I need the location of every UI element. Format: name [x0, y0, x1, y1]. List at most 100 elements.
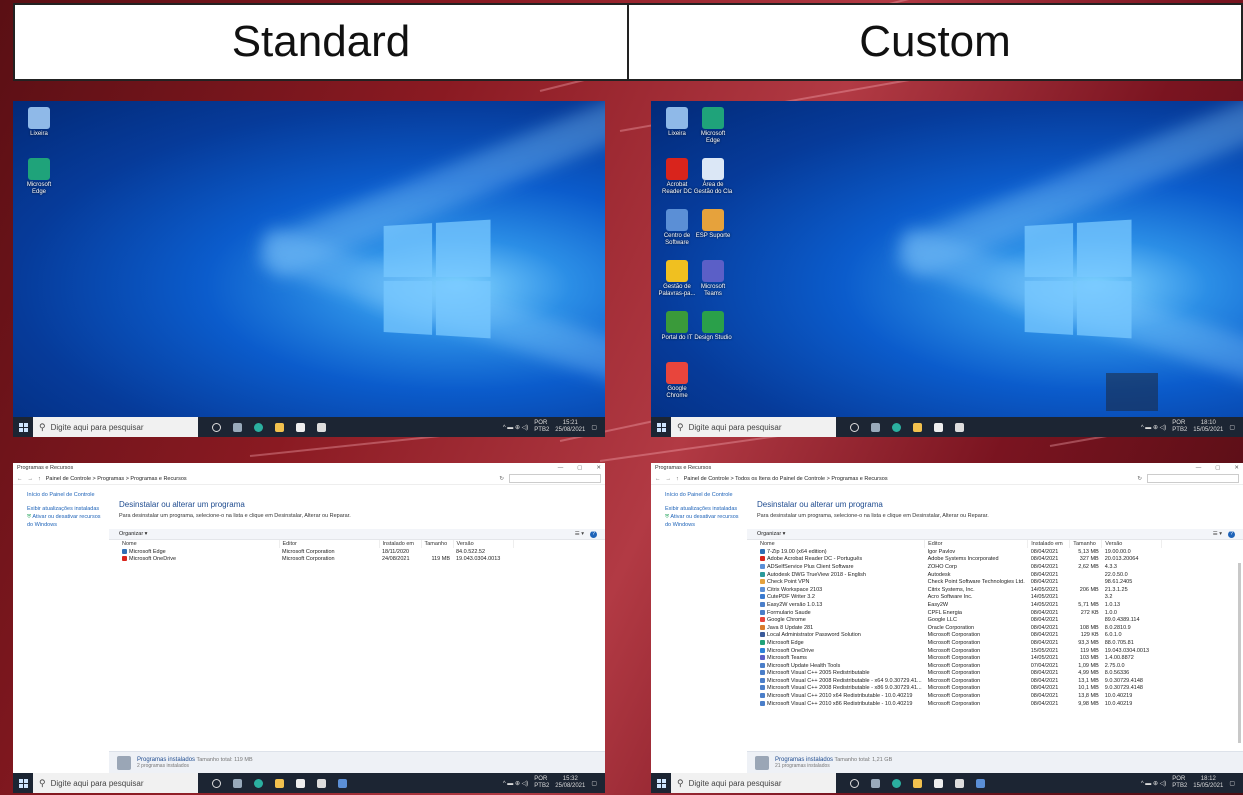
task-view-icon[interactable] [850, 422, 859, 432]
tray-icons[interactable]: ^ ▬ ⊕ ◁) [503, 424, 528, 431]
table-row[interactable]: Microsoft OneDrive Microsoft Corporation 1… [757, 647, 1162, 655]
table-row[interactable]: Microsoft Update Health Tools Microsoft C… [757, 662, 1162, 670]
sidebar-item-features[interactable]: Ativar ou desativar recursos do Windows [665, 514, 739, 528]
mail-icon[interactable] [317, 422, 326, 432]
scrollbar[interactable] [1238, 563, 1241, 743]
table-row[interactable]: Microsoft Visual C++ 2008 Redistributabl… [757, 685, 1162, 693]
store-icon[interactable] [934, 778, 943, 788]
taskbar-search-box[interactable]: ⚲ Digite aqui para pesquisar [671, 773, 836, 793]
table-row[interactable]: Local Administrator Password Solution Mic… [757, 632, 1162, 640]
view-icon[interactable]: ☰ ▾ [575, 531, 584, 538]
start-button[interactable] [651, 773, 671, 793]
view-icon[interactable]: ☰ ▾ [1213, 531, 1222, 538]
breadcrumb[interactable]: Painel de Controle > Todos os Itens do P… [684, 476, 1133, 482]
organize-button[interactable]: Organizar ▾ [757, 531, 785, 537]
start-button[interactable] [13, 417, 33, 437]
file-explorer-icon[interactable] [275, 422, 284, 432]
organize-button[interactable]: Organizar ▾ [119, 531, 147, 537]
table-row[interactable]: Java 8 Update 281 Oracle Corporation 08/04… [757, 624, 1162, 632]
back-icon[interactable]: ← [17, 476, 23, 482]
table-row[interactable]: 7-Zip 19.00 (x64 edition) Igor Pavlov 08/0… [757, 548, 1162, 556]
store-icon[interactable] [296, 778, 305, 788]
language-indicator[interactable]: POR PTB2 [534, 420, 549, 434]
taskbar-search-box[interactable]: ⚲ Digite aqui para pesquisar [33, 417, 198, 437]
task-view-icon[interactable] [850, 778, 859, 788]
edge-icon[interactable] [892, 422, 901, 432]
task-view-icon[interactable] [212, 422, 221, 432]
clock[interactable]: 15:32 25/08/2021 [555, 776, 585, 790]
sidebar-item-updates[interactable]: Exibir atualizações instaladas [665, 505, 743, 513]
desktop-icon[interactable]: Acrobat Reader DC [657, 158, 697, 196]
notification-icon[interactable]: ▢ [1229, 780, 1235, 787]
table-row[interactable]: Autodesk DWG TrueView 2018 - English Auto… [757, 571, 1162, 579]
forward-icon[interactable]: → [28, 476, 34, 482]
clock[interactable]: 18:12 15/05/2021 [1193, 776, 1223, 790]
clock[interactable]: 18:10 15/05/2021 [1193, 420, 1223, 434]
search-input[interactable] [509, 474, 601, 483]
table-row[interactable]: CutePDF Writer 3.2 Acro Software Inc. 14/0… [757, 594, 1162, 602]
table-row[interactable]: Microsoft Edge Microsoft Corporation 18/11… [119, 548, 513, 556]
table-row[interactable]: Formulario Saude CPFL Energia 08/04/2021 27… [757, 609, 1162, 617]
table-row[interactable]: Google Chrome Google LLC 08/04/2021 89.0.43… [757, 616, 1162, 624]
up-icon[interactable]: ↑ [38, 476, 41, 482]
desktop-icon[interactable]: Microsoft Edge [693, 107, 733, 145]
file-explorer-icon[interactable] [913, 422, 922, 432]
help-icon[interactable]: ? [590, 530, 597, 538]
forward-icon[interactable]: → [666, 476, 672, 482]
breadcrumb[interactable]: Painel de Controle > Programas > Program… [46, 476, 495, 482]
notification-icon[interactable]: ▢ [1229, 424, 1235, 431]
column-header[interactable]: Versão [1101, 540, 1163, 548]
control-panel-icon[interactable] [338, 778, 347, 788]
refresh-icon[interactable]: ↻ [499, 476, 504, 482]
refresh-icon[interactable]: ↻ [1137, 476, 1142, 482]
start-button[interactable] [13, 773, 33, 793]
start-button[interactable] [651, 417, 671, 437]
desktop-icon[interactable]: Centro de Software [657, 209, 697, 247]
language-indicator[interactable]: POR PTB2 [534, 776, 549, 790]
file-explorer-icon[interactable] [913, 778, 922, 788]
maximize-icon[interactable]: ▢ [577, 465, 582, 471]
taskbar-search-box[interactable]: ⚲ Digite aqui para pesquisar [671, 417, 836, 437]
desktop-icon[interactable]: Microsoft Edge [19, 158, 59, 196]
widgets-icon[interactable] [871, 778, 880, 788]
close-icon[interactable]: ✕ [1234, 465, 1239, 471]
table-row[interactable]: Microsoft Teams Microsoft Corporation 14/0… [757, 654, 1162, 662]
desktop-icon[interactable]: Lixeira [19, 107, 59, 138]
help-icon[interactable]: ? [1228, 530, 1235, 538]
column-header[interactable]: Editor [279, 540, 380, 548]
minimize-icon[interactable]: — [558, 465, 564, 471]
tray-icons[interactable]: ^ ▬ ⊕ ◁) [503, 780, 528, 787]
table-row[interactable]: Microsoft Edge Microsoft Corporation 08/04… [757, 639, 1162, 647]
language-indicator[interactable]: POR PTB2 [1172, 420, 1187, 434]
mail-icon[interactable] [955, 422, 964, 432]
table-row[interactable]: ADSelfService Plus Client Software ZOHO C… [757, 563, 1162, 571]
column-header[interactable]: Tamanho [1069, 540, 1103, 548]
column-header[interactable]: Versão [453, 540, 514, 548]
table-row[interactable]: Microsoft Visual C++ 2010 x64 Redistribu… [757, 692, 1162, 700]
notification-icon[interactable]: ▢ [591, 780, 597, 787]
table-row[interactable]: Microsoft Visual C++ 2010 x86 Redistribu… [757, 700, 1162, 708]
sidebar-item-home[interactable]: Início do Painel de Controle [665, 491, 743, 499]
widgets-icon[interactable] [871, 422, 880, 432]
edge-icon[interactable] [254, 422, 263, 432]
column-header[interactable]: Tamanho [421, 540, 454, 548]
edge-icon[interactable] [254, 778, 263, 788]
notification-icon[interactable]: ▢ [591, 424, 597, 431]
table-row[interactable]: Microsoft Visual C++ 2008 Redistributabl… [757, 677, 1162, 685]
store-icon[interactable] [934, 422, 943, 432]
table-row[interactable]: Easy2W versão 1.0.13 Easy2W 14/05/2021 5,71… [757, 601, 1162, 609]
column-header[interactable]: Nome [119, 540, 280, 548]
store-icon[interactable] [296, 422, 305, 432]
maximize-icon[interactable]: ▢ [1215, 465, 1220, 471]
desktop-icon[interactable]: Gestão de Palavras-pa... [657, 260, 697, 298]
taskbar-search-box[interactable]: ⚲ Digite aqui para pesquisar [33, 773, 198, 793]
desktop-icon[interactable]: Área de Gestão do Cla [693, 158, 733, 196]
column-header[interactable]: Instalado em [379, 540, 422, 548]
mail-icon[interactable] [317, 778, 326, 788]
column-header[interactable]: Editor [924, 540, 1029, 548]
edge-icon[interactable] [892, 778, 901, 788]
minimize-icon[interactable]: — [1196, 465, 1202, 471]
column-header[interactable]: Instalado em [1027, 540, 1071, 548]
widgets-icon[interactable] [233, 778, 242, 788]
table-row[interactable]: Adobe Acrobat Reader DC - Português Adobe… [757, 556, 1162, 564]
